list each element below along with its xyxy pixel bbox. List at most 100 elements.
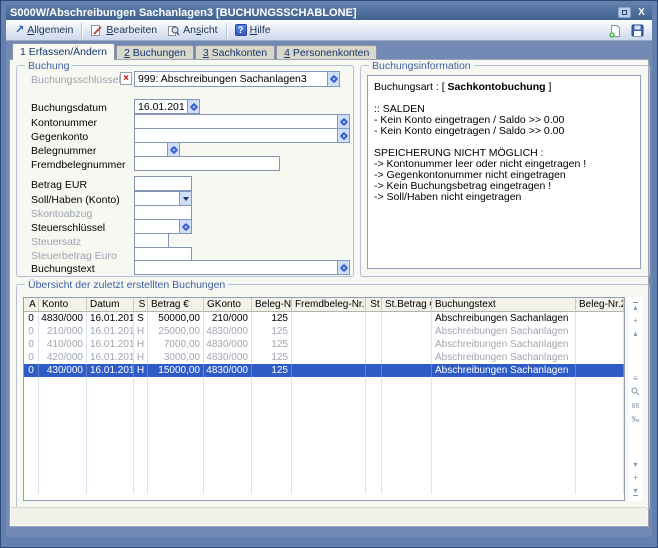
table-row[interactable]: 0410/00016.01.2013H7000,004830/000125Abs… xyxy=(24,338,624,351)
column-header[interactable]: A xyxy=(24,298,39,312)
lookup-spinner-icon[interactable] xyxy=(337,114,350,129)
tab-buchungen[interactable]: 2 Buchungen xyxy=(116,45,194,59)
column-header[interactable]: Datum xyxy=(87,298,134,312)
belegnummer-combo[interactable] xyxy=(134,142,180,157)
sollhaben-dropdown[interactable] xyxy=(134,191,192,206)
go-first-icon[interactable]: ▴ xyxy=(633,302,637,312)
overview-group: Übersicht der zuletzt erstellten Buchung… xyxy=(16,284,650,510)
buchungsdatum-input[interactable] xyxy=(134,99,187,114)
steuersatz-input[interactable] xyxy=(134,233,169,248)
close-icon[interactable]: X xyxy=(635,7,648,18)
column-header[interactable]: Beleg-Nr. xyxy=(252,298,292,312)
sollhaben-input[interactable] xyxy=(134,191,179,206)
group-title: Buchung xyxy=(25,60,72,72)
group-title: Buchungsinformation xyxy=(369,60,474,72)
gegenkonto-combo[interactable] xyxy=(134,128,350,143)
table-cell: 0 xyxy=(24,338,39,351)
column-header[interactable]: St.Betrag € xyxy=(382,298,432,312)
buchungsdatum-field[interactable] xyxy=(134,99,200,114)
buchungsinformation-text: Buchungsart : [ Sachkontobuchung ] :: SA… xyxy=(367,75,641,269)
table-cell: 0 xyxy=(24,364,39,377)
table-filler-column xyxy=(148,377,204,494)
workspace: 1 Erfassen/Ändern 2 Buchungen 3 Sachkont… xyxy=(6,41,652,537)
table-cell: 16.01.2013 xyxy=(87,351,134,364)
gegenkonto-input[interactable] xyxy=(134,128,337,143)
table-row[interactable]: 0420/00016.01.2013H3000,004830/000125Abs… xyxy=(24,351,624,364)
table-row[interactable]: 0210/00016.01.2013H25000,004830/000125Ab… xyxy=(24,325,624,338)
table-cell: 0 xyxy=(24,312,39,325)
table-cell: 3000,00 xyxy=(148,351,204,364)
window-title: S000W/Abschreibungen Sachanlagen3 [BUCHU… xyxy=(10,7,357,19)
fremdbelegnummer-label: Fremdbelegnummer xyxy=(31,159,126,171)
bookings-table: AKontoDatumSBetrag €GKontoBeleg-Nr.Fremd… xyxy=(23,297,625,501)
table-cell xyxy=(576,312,624,325)
help-icon: ? xyxy=(235,24,247,36)
steuerschluessel-combo[interactable] xyxy=(134,219,192,234)
lookup-spinner-icon[interactable] xyxy=(179,219,192,234)
table-cell: 16.01.2013 xyxy=(87,325,134,338)
menu-allgemein[interactable]: ↗ Allgemein xyxy=(10,22,78,38)
buchungstext-input[interactable] xyxy=(134,260,337,275)
list-icon[interactable]: ≡ xyxy=(633,374,638,383)
restore-icon[interactable] xyxy=(618,7,631,18)
row-down-icon[interactable]: ▾ xyxy=(633,460,637,469)
belegnummer-input[interactable] xyxy=(134,142,167,157)
table-filler-column xyxy=(292,377,366,494)
table-cell xyxy=(292,364,366,377)
table-cell xyxy=(382,325,432,338)
column-header[interactable]: S xyxy=(134,298,148,312)
lookup-spinner-icon[interactable] xyxy=(337,260,350,275)
lookup-spinner-icon[interactable] xyxy=(337,128,350,143)
table-filler-column xyxy=(204,377,252,494)
table-cell: 4830/000 xyxy=(204,364,252,377)
column-header[interactable]: Beleg-Nr.2 xyxy=(576,298,624,312)
save-button[interactable] xyxy=(629,22,646,39)
insert-row-icon[interactable]: + xyxy=(633,316,638,325)
table-row[interactable]: 04830/00016.01.2013S50000,00210/000125Ab… xyxy=(24,312,624,325)
record-count-icon[interactable]: 86 xyxy=(632,402,640,411)
column-header[interactable]: GKonto xyxy=(204,298,252,312)
clear-icon[interactable]: × xyxy=(120,72,132,85)
lookup-spinner-icon[interactable] xyxy=(187,99,200,114)
column-header[interactable]: Konto xyxy=(39,298,87,312)
kontonummer-input[interactable] xyxy=(134,114,337,129)
kontonummer-combo[interactable] xyxy=(134,114,350,129)
buchungsschluessel-combo[interactable] xyxy=(134,71,340,87)
chevron-down-icon[interactable] xyxy=(179,191,192,206)
column-header[interactable]: Fremdbeleg-Nr. xyxy=(292,298,366,312)
buchungsschluessel-input[interactable] xyxy=(134,71,327,87)
table-cell: H xyxy=(134,325,148,338)
table-cell xyxy=(292,338,366,351)
buchungstext-combo[interactable] xyxy=(134,260,350,275)
table-filler xyxy=(24,377,624,494)
menu-bearbeiten[interactable]: Bearbeiten xyxy=(85,22,162,39)
skontoabzug-input[interactable] xyxy=(134,205,192,220)
tab-sachkonten[interactable]: 3 Sachkonten xyxy=(195,45,275,59)
go-last-icon[interactable]: ▾ xyxy=(633,486,637,496)
table-cell: 125 xyxy=(252,325,292,338)
search-icon[interactable] xyxy=(631,387,640,398)
tab-personenkonten[interactable]: 4 Personenkonten xyxy=(276,45,377,59)
row-up-icon[interactable]: ▴ xyxy=(633,329,637,338)
column-header[interactable]: St xyxy=(366,298,382,312)
table-cell: 125 xyxy=(252,364,292,377)
table-row[interactable]: 0430/00016.01.2013H15000,004830/000125Ab… xyxy=(24,364,624,377)
percent-icon[interactable]: ‰ xyxy=(632,415,640,424)
table-cell: H xyxy=(134,364,148,377)
column-header[interactable]: Buchungstext xyxy=(432,298,576,312)
lookup-spinner-icon[interactable] xyxy=(167,142,180,157)
buchungsdatum-label: Buchungsdatum xyxy=(31,102,107,114)
tab-erfassen-aendern[interactable]: 1 Erfassen/Ändern xyxy=(12,43,115,60)
menu-hilfe[interactable]: ? Hilfe xyxy=(230,22,276,38)
group-title: Übersicht der zuletzt erstellten Buchung… xyxy=(25,279,228,291)
steuerschluessel-input[interactable] xyxy=(134,219,179,234)
fremdbelegnummer-input[interactable] xyxy=(134,156,280,171)
column-header[interactable]: Betrag € xyxy=(148,298,204,312)
lookup-spinner-icon[interactable] xyxy=(327,71,340,87)
new-document-button[interactable] xyxy=(606,22,623,39)
table-cell xyxy=(366,351,382,364)
append-row-icon[interactable]: + xyxy=(633,473,638,482)
table-cell: 210/000 xyxy=(39,325,87,338)
betrag-input[interactable] xyxy=(134,176,192,191)
menu-ansicht[interactable]: Ansicht xyxy=(162,22,222,39)
